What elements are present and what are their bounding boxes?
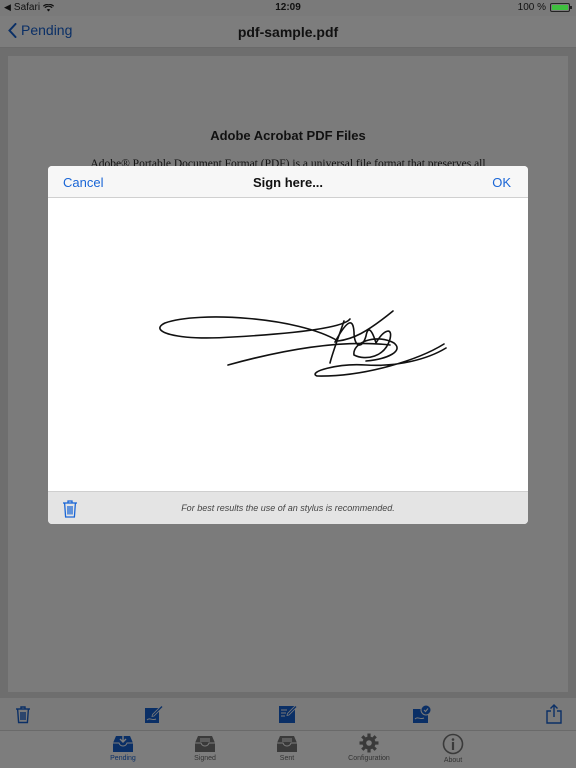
tab-about[interactable]: About xyxy=(418,733,488,768)
trash-icon[interactable] xyxy=(13,704,33,724)
stylus-hint: For best results the use of an stylus is… xyxy=(181,503,395,513)
tab-bar: Pending Signed Sent Configuration About xyxy=(0,730,576,768)
tab-label: Signed xyxy=(194,755,216,762)
gear-icon xyxy=(359,733,379,753)
signature-stroke xyxy=(159,310,447,377)
battery-percent: 100 % xyxy=(517,2,546,13)
info-icon xyxy=(442,733,464,755)
tab-label: Configuration xyxy=(348,755,390,762)
outbox-icon xyxy=(277,736,297,752)
dialog-footer: For best results the use of an stylus is… xyxy=(48,491,528,524)
tab-label: Sent xyxy=(279,755,295,762)
dialog-title: Sign here... xyxy=(252,175,324,190)
sign-document-icon[interactable] xyxy=(144,704,164,724)
inbox-download-icon xyxy=(113,734,133,752)
tab-label: Pending xyxy=(110,755,136,762)
clock: 12:09 xyxy=(275,2,301,13)
dialog-header: Cancel Sign here... OK xyxy=(48,166,528,198)
signature-dialog: Cancel Sign here... OK For best results … xyxy=(48,166,528,524)
document-toolbar xyxy=(0,698,576,730)
page-title: pdf-sample.pdf xyxy=(237,24,339,40)
navigation-bar: Pending pdf-sample.pdf xyxy=(0,16,576,48)
signature-canvas[interactable] xyxy=(48,199,528,491)
document-heading: Adobe Acrobat PDF Files xyxy=(210,128,366,143)
tab-label: About xyxy=(443,757,463,764)
ok-button[interactable]: OK xyxy=(492,175,511,190)
tab-sent[interactable]: Sent xyxy=(252,733,322,768)
inbox-icon xyxy=(195,736,215,752)
edit-form-icon[interactable] xyxy=(278,704,298,724)
status-bar: ◀ Safari 12:09 100 % xyxy=(0,0,576,16)
share-icon[interactable] xyxy=(544,704,564,724)
tab-pending[interactable]: Pending xyxy=(88,733,158,768)
certificate-icon[interactable] xyxy=(412,704,432,724)
tab-signed[interactable]: Signed xyxy=(170,733,240,768)
battery-icon xyxy=(550,3,572,12)
status-right: 100 % xyxy=(517,2,572,13)
tab-configuration[interactable]: Configuration xyxy=(334,733,404,768)
